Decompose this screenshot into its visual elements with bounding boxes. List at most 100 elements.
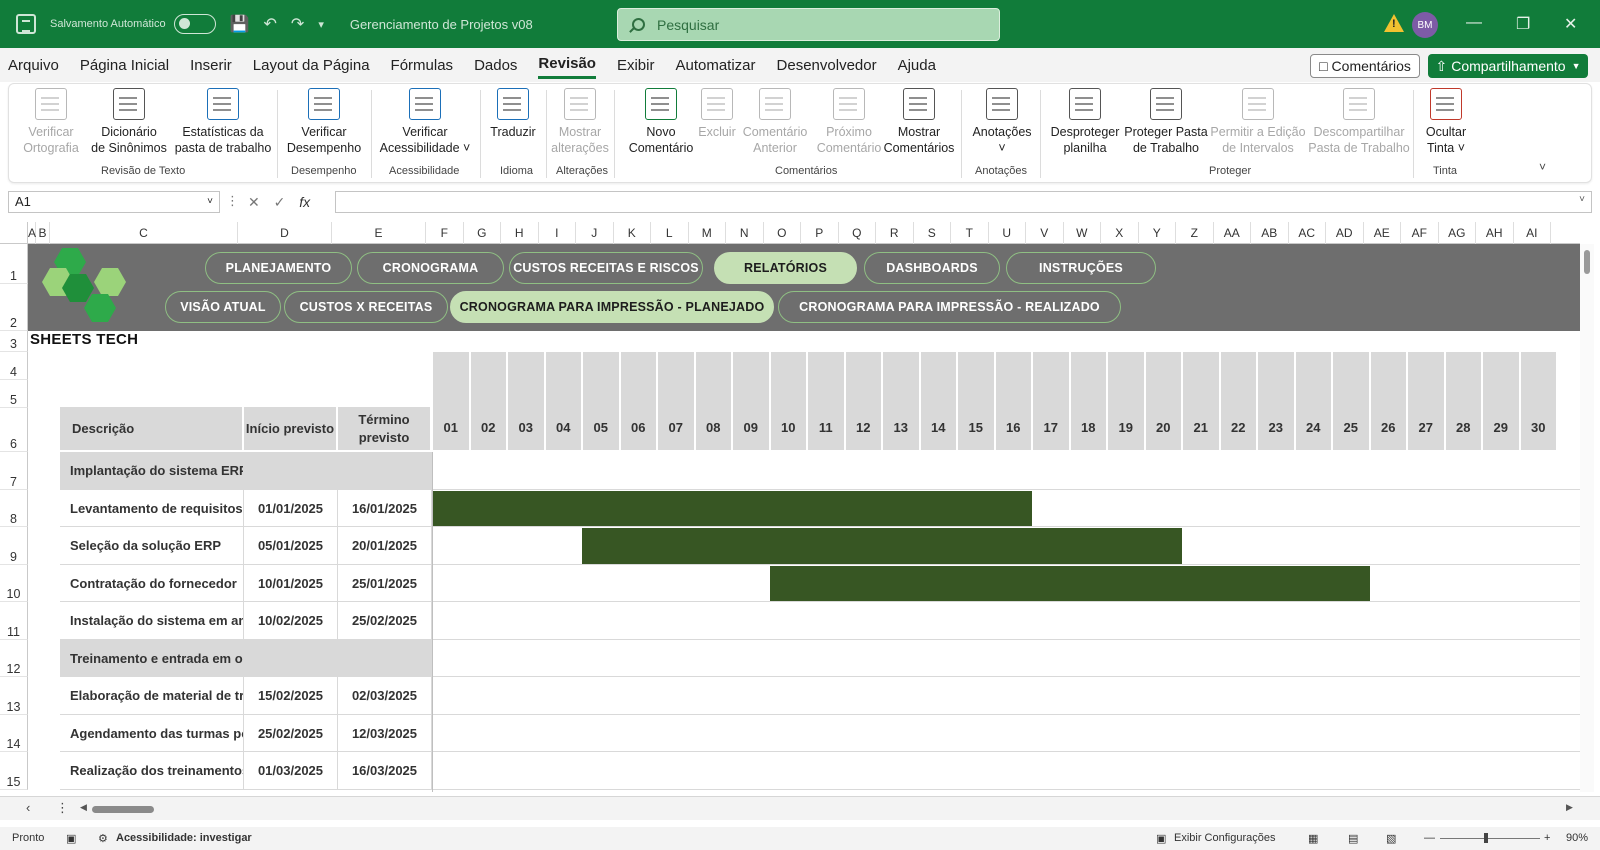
task-description[interactable]: Agendamento das turmas por (60, 715, 244, 751)
nav-relatorios[interactable]: RELATÓRIOS (714, 252, 857, 284)
prev-comment-button[interactable]: Comentário Anterior (737, 88, 813, 156)
task-start-date[interactable]: 05/01/2025 (244, 527, 338, 564)
column-header[interactable]: E (332, 222, 426, 244)
scroll-right-icon[interactable]: ▶ (1566, 802, 1573, 813)
allow-edit-ranges-button[interactable]: Permitir a Edição de Intervalos (1209, 88, 1307, 156)
hide-ink-button[interactable]: Ocultar Tinta ˅ (1417, 88, 1475, 156)
task-start-date[interactable]: 15/02/2025 (244, 677, 338, 714)
thesaurus-button[interactable]: Dicionário de Sinônimos (89, 88, 169, 156)
autosave-toggle[interactable] (173, 14, 216, 34)
column-header[interactable]: Y (1139, 222, 1176, 244)
row-header[interactable]: 15 (0, 752, 28, 790)
prev-sheet-icon[interactable]: ‹ (26, 800, 30, 815)
file-title[interactable]: Gerenciamento de Projetos v08 (350, 17, 533, 32)
column-header[interactable]: AF (1401, 222, 1439, 244)
warning-icon[interactable]: ! (1384, 14, 1404, 32)
redo-icon[interactable]: ↷ (291, 14, 304, 34)
task-description[interactable]: Levantamento de requisitos d (60, 490, 244, 526)
insert-function-icon[interactable]: fx (299, 194, 310, 210)
nav-custos-x-receitas[interactable]: CUSTOS X RECEITAS (284, 291, 448, 323)
column-header[interactable]: S (914, 222, 951, 244)
task-start-date[interactable] (244, 452, 338, 489)
column-header[interactable]: AD (1326, 222, 1364, 244)
row-header[interactable]: 13 (0, 677, 28, 715)
row-header[interactable]: 9 (0, 527, 28, 565)
menu-ajuda[interactable]: Ajuda (898, 53, 936, 78)
spellcheck-button[interactable]: Verificar Ortografia (21, 88, 81, 156)
column-header[interactable]: AA (1214, 222, 1251, 244)
task-end-date[interactable]: 12/03/2025 (338, 715, 432, 751)
menu-exibir[interactable]: Exibir (617, 53, 655, 78)
column-header[interactable]: AG (1439, 222, 1476, 244)
task-start-date[interactable] (244, 640, 338, 676)
column-header[interactable]: F (426, 222, 464, 244)
comments-button[interactable]: □ Comentários (1310, 54, 1420, 78)
column-header[interactable]: AH (1476, 222, 1514, 244)
more-icon[interactable]: ⋮ (226, 193, 239, 209)
zoom-out-icon[interactable]: — (1424, 832, 1435, 844)
sheet-menu-icon[interactable]: ⋮ (56, 800, 69, 816)
row-header[interactable]: 3 (0, 331, 28, 352)
column-header[interactable]: R (876, 222, 914, 244)
task-end-date[interactable]: 25/02/2025 (338, 602, 432, 639)
zoom-slider-thumb[interactable] (1484, 833, 1488, 843)
formula-input[interactable]: ˅ (335, 191, 1592, 213)
undo-icon[interactable]: ↶ (264, 14, 277, 34)
column-header[interactable]: M (689, 222, 726, 244)
nav-planejamento[interactable]: PLANEJAMENTO (205, 252, 352, 284)
column-header[interactable]: AC (1289, 222, 1326, 244)
row-header[interactable]: 7 (0, 452, 28, 490)
column-header[interactable]: U (989, 222, 1026, 244)
task-end-date[interactable]: 25/01/2025 (338, 565, 432, 601)
row-header[interactable]: 1 (0, 244, 28, 284)
horizontal-scroll-thumb[interactable] (92, 806, 154, 813)
new-comment-button[interactable]: Novo Comentário (621, 88, 701, 156)
nav-instrucoes[interactable]: INSTRUÇÕES (1006, 252, 1156, 284)
task-end-date[interactable] (338, 640, 432, 676)
column-header[interactable]: AB (1251, 222, 1289, 244)
accessibility-status[interactable]: Acessibilidade: investigar (116, 832, 252, 844)
task-description[interactable]: Implantação do sistema ERP (60, 452, 244, 489)
task-end-date[interactable]: 16/03/2025 (338, 752, 432, 789)
row-header[interactable]: 2 (0, 284, 28, 331)
task-end-date[interactable]: 16/01/2025 (338, 490, 432, 526)
display-settings[interactable]: Exibir Configurações (1174, 832, 1276, 844)
menu-arquivo[interactable]: Arquivo (8, 53, 59, 78)
delete-comment-button[interactable]: Excluir (697, 88, 737, 140)
notes-button[interactable]: Anotações ˅ (969, 88, 1035, 156)
task-end-date[interactable] (338, 452, 432, 489)
column-header[interactable]: D (238, 222, 332, 244)
save-icon[interactable]: 💾 (230, 14, 250, 34)
nav-visao-atual[interactable]: VISÃO ATUAL (165, 291, 281, 323)
cancel-icon[interactable]: ✕ (248, 194, 260, 210)
task-description[interactable]: Elaboração de material de tre (60, 677, 244, 714)
zoom-in-icon[interactable]: + (1544, 832, 1550, 844)
column-header[interactable]: V (1026, 222, 1064, 244)
column-header[interactable]: B (36, 222, 50, 244)
column-header[interactable]: I (539, 222, 576, 244)
search-box[interactable]: Pesquisar (617, 8, 1000, 41)
task-end-date[interactable]: 20/01/2025 (338, 527, 432, 564)
menu-dados[interactable]: Dados (474, 53, 517, 78)
menu-desenvolvedor[interactable]: Desenvolvedor (777, 53, 877, 78)
restore-icon[interactable]: ❐ (1516, 14, 1530, 34)
column-header[interactable]: W (1064, 222, 1101, 244)
row-header[interactable]: 5 (0, 380, 28, 408)
task-start-date[interactable]: 10/02/2025 (244, 602, 338, 639)
column-header[interactable]: C (50, 222, 238, 244)
nav-cronograma[interactable]: CRONOGRAMA (357, 252, 504, 284)
task-description[interactable]: Realização dos treinamentos (60, 752, 244, 789)
column-header[interactable]: K (614, 222, 651, 244)
task-start-date[interactable]: 25/02/2025 (244, 715, 338, 751)
column-header[interactable]: P (801, 222, 839, 244)
column-header[interactable]: N (726, 222, 764, 244)
column-header[interactable]: O (764, 222, 801, 244)
task-start-date[interactable]: 10/01/2025 (244, 565, 338, 601)
close-icon[interactable]: ✕ (1564, 14, 1577, 34)
menu-revisao[interactable]: Revisão (538, 51, 596, 79)
expand-formula-icon[interactable]: ˅ (1579, 194, 1585, 205)
column-header[interactable]: A (28, 222, 36, 244)
menu-automatizar[interactable]: Automatizar (675, 53, 755, 78)
menu-formulas[interactable]: Fórmulas (391, 53, 454, 78)
row-header[interactable]: 4 (0, 352, 28, 380)
